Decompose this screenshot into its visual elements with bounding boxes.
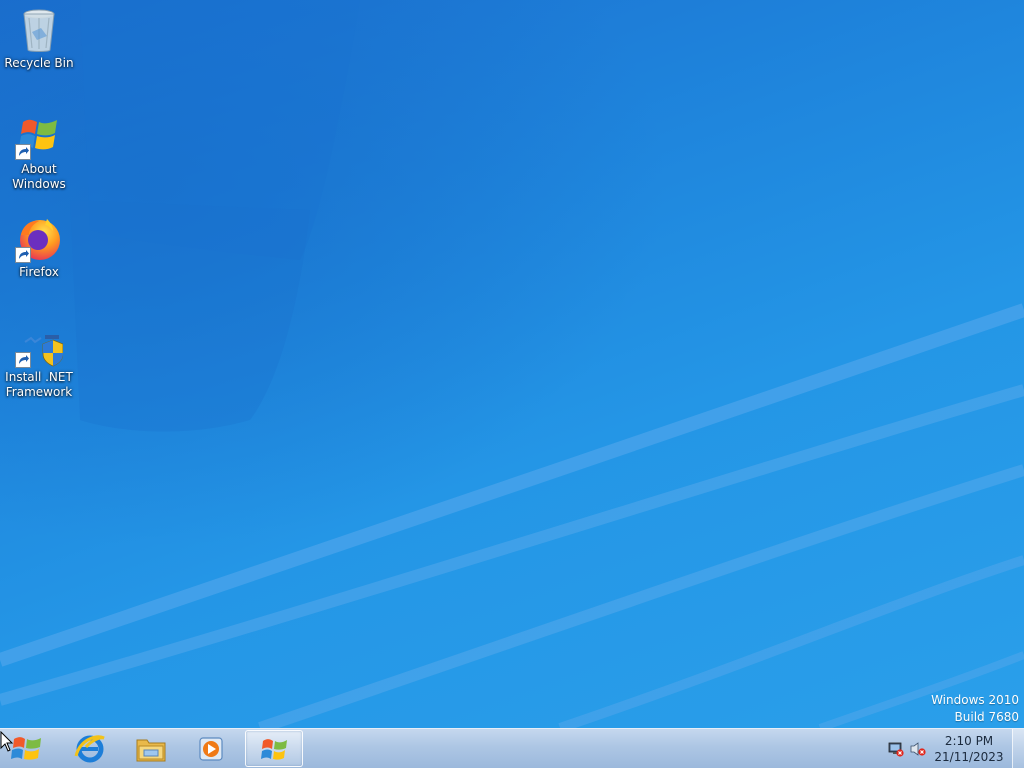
desktop-icon-label: Recycle Bin <box>4 56 74 70</box>
clock-date: 21/11/2023 <box>934 750 1004 764</box>
shortcut-arrow-icon <box>15 352 31 368</box>
taskbar-file-explorer[interactable] <box>122 730 180 767</box>
desktop-icon-firefox[interactable]: Firefox <box>1 215 77 280</box>
desktop-icon-label: Firefox <box>19 265 59 279</box>
mouse-cursor-icon <box>0 731 14 752</box>
network-disconnected-icon[interactable] <box>888 741 904 757</box>
internet-explorer-icon <box>74 735 105 763</box>
recycle-bin-icon <box>23 9 55 52</box>
desktop-icon-about-windows[interactable]: About Windows <box>1 112 77 192</box>
taskbar: 2:10 PM 21/11/2023 <box>0 728 1024 768</box>
desktop-icon-label: Install .NET Framework <box>5 370 73 399</box>
desktop-icon-install-net-framework[interactable]: Install .NET Framework <box>1 320 77 400</box>
desktop-icon-recycle-bin[interactable]: Recycle Bin <box>1 6 77 71</box>
desktop-icon-label: About Windows <box>12 162 66 191</box>
taskbar-about-windows[interactable] <box>245 730 303 767</box>
media-player-icon <box>199 737 223 761</box>
system-tray: 2:10 PM 21/11/2023 <box>878 729 1024 768</box>
windows-logo-icon <box>261 739 287 760</box>
file-explorer-icon <box>136 739 166 762</box>
watermark-edition: Windows 2010 <box>931 693 1019 707</box>
show-desktop-button[interactable] <box>1012 729 1024 768</box>
desktop[interactable]: Recycle Bin About Windows Firefox Instal… <box>0 0 1024 728</box>
taskbar-internet-explorer[interactable] <box>61 730 119 767</box>
shortcut-arrow-icon <box>15 144 31 160</box>
taskbar-media-player[interactable] <box>183 730 241 767</box>
windows-build-watermark: Windows 2010 Build 7680 <box>931 692 1019 726</box>
taskbar-clock[interactable]: 2:10 PM 21/11/2023 <box>930 733 1008 765</box>
wallpaper-graphic <box>0 0 1024 728</box>
volume-muted-icon[interactable] <box>910 741 926 757</box>
clock-time: 2:10 PM <box>944 734 994 748</box>
shortcut-arrow-icon <box>15 247 31 263</box>
watermark-build: Build 7680 <box>954 710 1019 724</box>
